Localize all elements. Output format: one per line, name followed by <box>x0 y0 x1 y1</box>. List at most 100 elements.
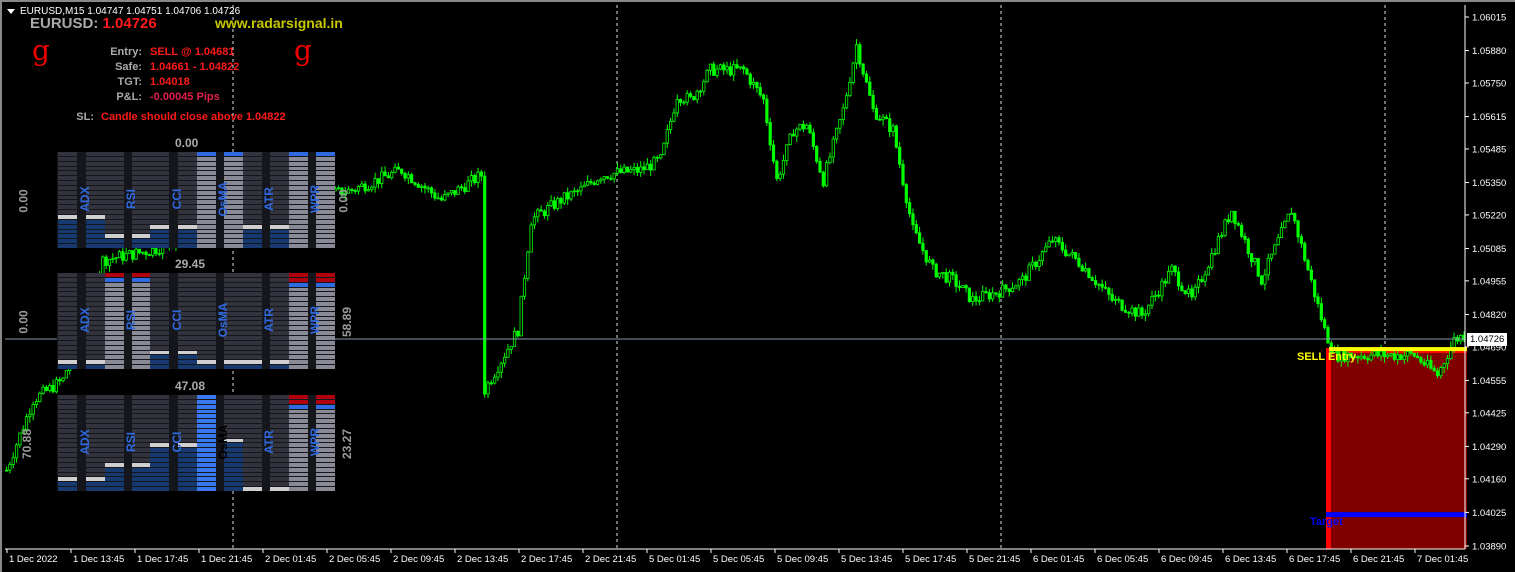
candle-body <box>28 413 32 418</box>
candle-body <box>1140 307 1144 316</box>
candle-body <box>788 133 792 146</box>
website-link[interactable]: www.radarsignal.in <box>215 15 343 31</box>
candle-body <box>918 232 922 244</box>
candle-body <box>987 292 991 300</box>
candle-body <box>765 98 769 123</box>
candle-body <box>526 251 530 279</box>
candle-body <box>117 251 122 259</box>
candle-body <box>141 251 145 254</box>
candle-body <box>801 123 806 130</box>
time-tick-label: 2 Dec 21:45 <box>585 554 636 565</box>
candle-body <box>672 112 676 122</box>
candle-body <box>459 186 464 189</box>
time-tick-label: 6 Dec 01:45 <box>1033 554 1084 565</box>
candle-body <box>1160 280 1164 297</box>
indicator-label-cci: CCI <box>170 188 184 210</box>
candle-body <box>1210 253 1214 268</box>
candle-body <box>131 250 135 260</box>
candle-body <box>1296 220 1300 238</box>
candle-body <box>1442 363 1446 368</box>
symbol-price: EURUSD: 1.04726 <box>30 15 157 32</box>
candle-body <box>1084 268 1088 272</box>
candle-body <box>1313 279 1317 298</box>
candle-body <box>429 187 434 194</box>
candle-body <box>1213 253 1217 255</box>
candle-body <box>41 386 45 394</box>
candle-body <box>1253 258 1257 263</box>
candle-body <box>1259 275 1264 285</box>
candle-body <box>1256 258 1260 277</box>
time-tick-label: 1 Dec 2022 <box>9 554 58 565</box>
candle-body <box>1190 288 1194 298</box>
candle-body <box>961 285 965 288</box>
candle-body <box>1323 319 1327 328</box>
price-tick-label: 1.05485 <box>1472 144 1506 155</box>
candle-body <box>522 277 527 297</box>
candle-body <box>121 251 125 261</box>
candle-body <box>1113 298 1118 301</box>
candle-body <box>1293 212 1297 222</box>
candle-body <box>1020 275 1025 280</box>
candle-body <box>854 44 859 64</box>
candle-body <box>1402 355 1406 360</box>
candle-body <box>549 200 553 207</box>
candle-body <box>742 66 746 70</box>
candle-body <box>669 120 673 131</box>
candle-body <box>376 178 381 184</box>
candle-body <box>1439 367 1443 377</box>
safe-value: 1.04661 - 1.04822 <box>150 61 240 73</box>
candle-body <box>732 64 736 76</box>
candle-body <box>884 116 889 120</box>
price-tick-label: 1.04820 <box>1472 310 1506 321</box>
candle-body <box>1435 370 1440 377</box>
candle-body <box>1173 265 1177 273</box>
price-tick-label: 1.04555 <box>1472 376 1506 387</box>
candle-body <box>1243 236 1247 240</box>
candle-body <box>114 257 118 260</box>
candle-body <box>758 87 762 96</box>
candle-body <box>506 348 510 358</box>
collapse-triangle-icon[interactable] <box>7 9 15 14</box>
candle-body <box>1206 266 1211 276</box>
candle-body <box>1103 286 1108 289</box>
time-tick-label: 5 Dec 17:45 <box>905 554 956 565</box>
candle-body <box>815 146 819 162</box>
indicator-label-adx: ADX <box>78 186 92 212</box>
candle-body <box>127 250 132 254</box>
candle-body <box>678 99 683 103</box>
candle-body <box>31 404 35 415</box>
indicator-label-atr: ATR <box>262 430 276 454</box>
indicator-panel: ADX RSI CCI OsMA ATR WPR <box>57 273 335 369</box>
indicator-label-adx: ADX <box>78 429 92 455</box>
candle-body <box>781 160 786 175</box>
candle-body <box>655 156 659 159</box>
candle-body <box>111 258 115 260</box>
candle-body <box>576 190 580 193</box>
candle-body <box>868 81 872 96</box>
candle-body <box>682 101 686 104</box>
candle-body <box>957 285 962 288</box>
candle-body <box>629 169 633 173</box>
candle-body <box>1067 253 1071 257</box>
candle-body <box>659 154 663 159</box>
candle-body <box>921 242 925 251</box>
candle-body <box>1386 354 1390 358</box>
candle-body <box>24 416 29 430</box>
time-tick-label: 6 Dec 17:45 <box>1289 554 1340 565</box>
panel-top-value: 0.00 <box>175 136 199 150</box>
candle-body <box>735 64 739 69</box>
candle-body <box>1319 303 1323 321</box>
candle-body <box>101 256 105 274</box>
candle-body <box>821 171 825 187</box>
time-tick-label: 5 Dec 21:45 <box>969 554 1020 565</box>
candle-body <box>1389 353 1393 356</box>
price-tick-label: 1.05615 <box>1472 112 1506 123</box>
price-tick-label: 1.05750 <box>1472 78 1506 89</box>
price-tick-label: 1.04955 <box>1472 276 1506 287</box>
candle-body <box>383 171 387 177</box>
candle-body <box>536 209 540 218</box>
candle-body <box>835 127 839 140</box>
indicator-column <box>58 395 77 491</box>
pnl-value: -0.00045 Pips <box>150 91 220 103</box>
candle-body <box>994 292 998 295</box>
